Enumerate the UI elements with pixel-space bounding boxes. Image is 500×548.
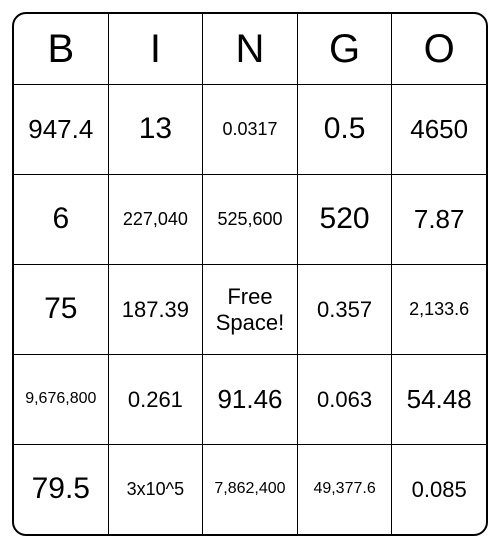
header-o: O <box>392 14 486 84</box>
header-i: I <box>109 14 204 84</box>
bingo-card: B I N G O 947.4 13 0.0317 0.5 4650 6 227… <box>12 12 488 536</box>
bingo-cell[interactable]: 0.085 <box>392 445 486 534</box>
bingo-cell[interactable]: 3x10^5 <box>109 445 204 534</box>
bingo-cell[interactable]: 525,600 <box>203 175 298 264</box>
bingo-cell[interactable]: 91.46 <box>203 355 298 444</box>
bingo-cell[interactable]: 0.357 <box>298 265 393 354</box>
bingo-cell[interactable]: 0.261 <box>109 355 204 444</box>
bingo-cell[interactable]: 0.063 <box>298 355 393 444</box>
bingo-cell[interactable]: 187.39 <box>109 265 204 354</box>
bingo-cell[interactable]: 947.4 <box>14 85 109 174</box>
bingo-cell[interactable]: 6 <box>14 175 109 264</box>
bingo-cell[interactable]: 7,862,400 <box>203 445 298 534</box>
header-g: G <box>298 14 393 84</box>
bingo-header-row: B I N G O <box>14 14 486 84</box>
bingo-cell[interactable]: 9,676,800 <box>14 355 109 444</box>
bingo-cell[interactable]: 2,133.6 <box>392 265 486 354</box>
bingo-row: 79.5 3x10^5 7,862,400 49,377.6 0.085 <box>14 444 486 534</box>
bingo-row: 947.4 13 0.0317 0.5 4650 <box>14 84 486 174</box>
header-b: B <box>14 14 109 84</box>
bingo-row: 9,676,800 0.261 91.46 0.063 54.48 <box>14 354 486 444</box>
bingo-free-space[interactable]: Free Space! <box>203 265 298 354</box>
bingo-cell[interactable]: 49,377.6 <box>298 445 393 534</box>
bingo-cell[interactable]: 520 <box>298 175 393 264</box>
bingo-cell[interactable]: 0.5 <box>298 85 393 174</box>
bingo-cell[interactable]: 79.5 <box>14 445 109 534</box>
bingo-cell[interactable]: 7.87 <box>392 175 486 264</box>
bingo-cell[interactable]: 75 <box>14 265 109 354</box>
bingo-cell[interactable]: 13 <box>109 85 204 174</box>
bingo-row: 6 227,040 525,600 520 7.87 <box>14 174 486 264</box>
bingo-cell[interactable]: 227,040 <box>109 175 204 264</box>
bingo-cell[interactable]: 54.48 <box>392 355 486 444</box>
bingo-cell[interactable]: 0.0317 <box>203 85 298 174</box>
bingo-cell[interactable]: 4650 <box>392 85 486 174</box>
header-n: N <box>203 14 298 84</box>
bingo-row: 75 187.39 Free Space! 0.357 2,133.6 <box>14 264 486 354</box>
